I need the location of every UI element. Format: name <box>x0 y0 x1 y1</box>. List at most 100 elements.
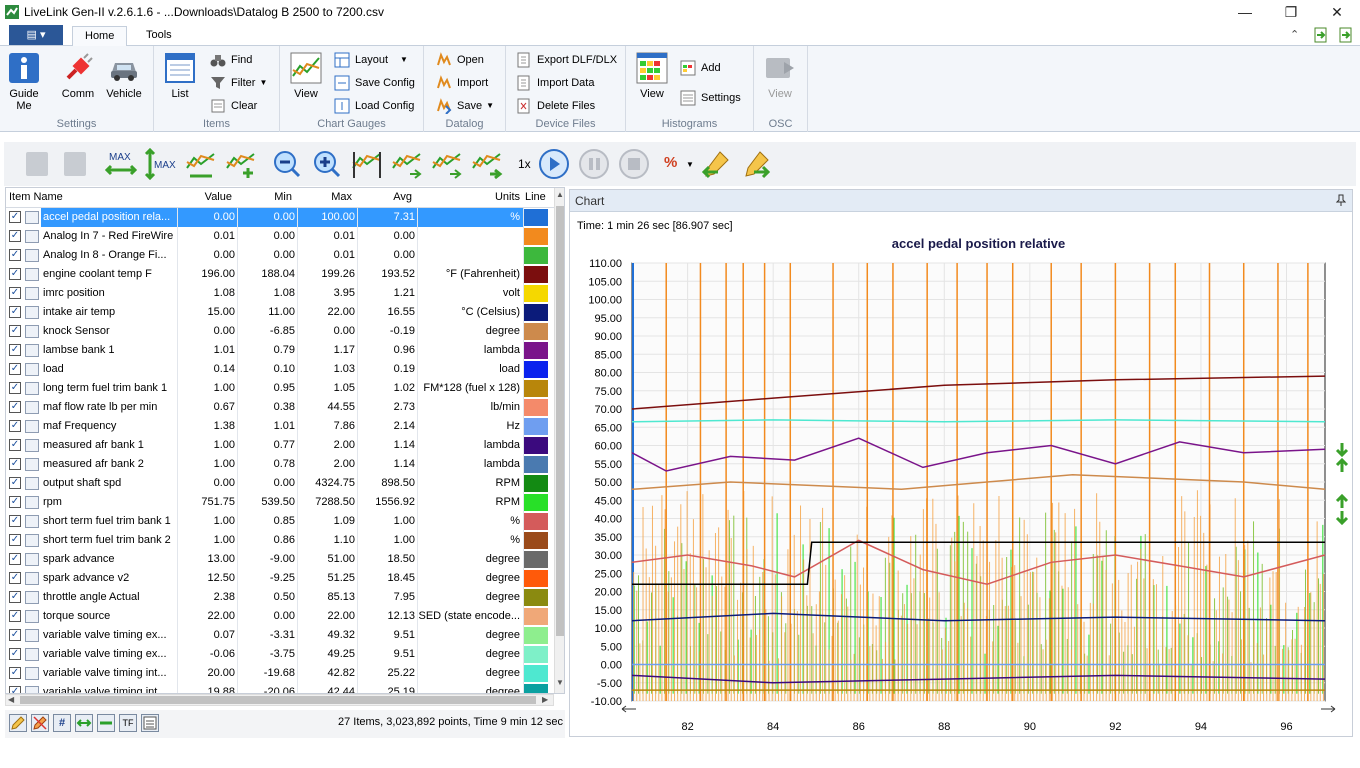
export-green-icon[interactable] <box>1338 27 1354 43</box>
row-checkbox[interactable]: ✓ <box>9 458 21 470</box>
stop-button[interactable] <box>617 148 651 180</box>
max-horizontal-button[interactable]: MAX <box>104 148 138 180</box>
import-data-button[interactable]: Import Data <box>516 73 594 93</box>
scroll-down-green-icon[interactable] <box>1335 442 1349 458</box>
header-max[interactable]: Max <box>294 188 352 207</box>
text-format-icon[interactable]: TF <box>119 714 137 732</box>
scroll-up-icon[interactable]: ▲ <box>556 190 564 199</box>
file-menu-button[interactable]: ▤ ▾ <box>9 25 63 45</box>
row-line-color[interactable] <box>524 551 548 568</box>
vehicle-button[interactable]: Vehicle <box>104 52 144 100</box>
row-line-color[interactable] <box>524 266 548 283</box>
comm-button[interactable]: Comm <box>58 52 98 100</box>
row-checkbox[interactable]: ✓ <box>9 211 21 223</box>
zoom-in-button[interactable] <box>310 148 344 180</box>
table-row[interactable]: ✓ long term fuel trim bank 1 1.00 0.95 1.05 1… <box>6 379 555 398</box>
row-line-color[interactable] <box>524 475 548 492</box>
edit-pen-red-icon[interactable] <box>31 714 49 732</box>
chevron-down-icon[interactable]: ▼ <box>686 160 694 169</box>
header-units[interactable]: Units <box>414 188 520 207</box>
table-row[interactable]: ✓ knock Sensor 0.00 -6.85 0.00 -0.19 degree <box>6 322 555 341</box>
table-row[interactable]: ✓ load 0.14 0.10 1.03 0.19 load <box>6 360 555 379</box>
header-value[interactable]: Value <box>174 188 232 207</box>
table-row[interactable]: ✓ spark advance v2 12.50 -9.25 51.25 18.45 deg… <box>6 569 555 588</box>
find-button[interactable]: Find <box>210 50 252 70</box>
table-row[interactable]: ✓ variable valve timing ex... 0.07 -3.31 49.… <box>6 626 555 645</box>
row-checkbox[interactable]: ✓ <box>9 306 21 318</box>
hscroll-thumb[interactable] <box>20 696 536 704</box>
playback-speed[interactable]: 1x <box>518 157 531 171</box>
row-line-color[interactable] <box>524 342 548 359</box>
marker-right-button[interactable] <box>740 148 774 180</box>
row-line-color[interactable] <box>524 608 548 625</box>
row-checkbox[interactable]: ✓ <box>9 515 21 527</box>
pan-left-button[interactable] <box>350 148 384 180</box>
step-forward-button[interactable] <box>430 148 464 180</box>
table-row[interactable]: ✓ variable valve timing int... 20.00 -19.68… <box>6 664 555 683</box>
collapse-vertical-green-icon[interactable] <box>1335 510 1349 526</box>
table-row[interactable]: ✓ short term fuel trim bank 2 1.00 0.86 1.10… <box>6 531 555 550</box>
table-row[interactable]: ✓ variable valve timing ex... -0.06 -3.75 49… <box>6 645 555 664</box>
row-checkbox[interactable]: ✓ <box>9 477 21 489</box>
row-line-color[interactable] <box>524 684 548 693</box>
table-row[interactable]: ✓ maf Frequency 1.38 1.01 7.86 2.14 Hz <box>6 417 555 436</box>
table-row[interactable]: ✓ short term fuel trim bank 1 1.00 0.85 1.09… <box>6 512 555 531</box>
step-fast-button[interactable] <box>470 148 504 180</box>
table-row[interactable]: ✓ imrc position 1.08 1.08 3.95 1.21 volt <box>6 284 555 303</box>
row-line-color[interactable] <box>524 665 548 682</box>
scroll-left-icon[interactable]: ◀ <box>8 695 14 704</box>
table-row[interactable]: ✓ intake air temp 15.00 11.00 22.00 16.55 °C (… <box>6 303 555 322</box>
expand-horizontal-icon[interactable] <box>75 714 93 732</box>
histogram-view-button[interactable]: View <box>632 52 672 100</box>
clear-button[interactable]: Clear <box>210 96 257 116</box>
percent-dropdown[interactable]: % <box>664 154 677 171</box>
row-checkbox[interactable]: ✓ <box>9 363 21 375</box>
header-avg[interactable]: Avg <box>354 188 412 207</box>
table-row[interactable]: ✓ engine coolant temp F 196.00 188.04 199.26… <box>6 265 555 284</box>
filter-button[interactable]: Filter ▼ <box>210 73 267 93</box>
row-checkbox[interactable]: ✓ <box>9 553 21 565</box>
row-checkbox[interactable]: ✓ <box>9 382 21 394</box>
row-line-color[interactable] <box>524 570 548 587</box>
row-line-color[interactable] <box>524 513 548 530</box>
row-checkbox[interactable]: ✓ <box>9 629 21 641</box>
chart-canvas[interactable]: accel pedal position relative 110.00 105.0… <box>570 212 1352 736</box>
row-line-color[interactable] <box>524 437 548 454</box>
pin-icon[interactable] <box>1335 194 1347 209</box>
export-dlf-button[interactable]: Export DLF/DLX <box>516 50 617 70</box>
save-button[interactable]: Save ▼ <box>436 96 494 116</box>
row-line-color[interactable] <box>524 247 548 264</box>
table-row[interactable]: ✓ rpm 751.75 539.50 7288.50 1556.92 RPM <box>6 493 555 512</box>
row-line-color[interactable] <box>524 646 548 663</box>
row-line-color[interactable] <box>524 380 548 397</box>
row-checkbox[interactable]: ✓ <box>9 686 21 693</box>
pause-button[interactable] <box>577 148 611 180</box>
edit-pen-icon[interactable] <box>9 714 27 732</box>
table-row[interactable]: ✓ measured afr bank 1 1.00 0.77 2.00 1.14 lamb… <box>6 436 555 455</box>
row-line-color[interactable] <box>524 532 548 549</box>
row-line-color[interactable] <box>524 589 548 606</box>
row-checkbox[interactable]: ✓ <box>9 249 21 261</box>
scroll-thumb[interactable] <box>556 206 564 636</box>
row-line-color[interactable] <box>524 304 548 321</box>
grid-vertical-scrollbar[interactable]: ▲ ▼ <box>554 188 564 693</box>
table-row[interactable]: ✓ maf flow rate lb per min 0.67 0.38 44.55 2.… <box>6 398 555 417</box>
add-histogram-button[interactable]: Add <box>680 58 721 78</box>
grid-settings-icon[interactable] <box>141 714 159 732</box>
row-line-color[interactable] <box>524 228 548 245</box>
row-line-color[interactable] <box>524 627 548 644</box>
row-line-color[interactable] <box>524 285 548 302</box>
table-row[interactable]: ✓ torque source 22.00 0.00 22.00 12.13 SED (st… <box>6 607 555 626</box>
grid-horizontal-scrollbar[interactable]: ◀ ▶ <box>5 694 554 706</box>
row-checkbox[interactable]: ✓ <box>9 648 21 660</box>
open-button[interactable]: Open <box>436 50 484 70</box>
play-button[interactable] <box>537 148 571 180</box>
delete-files-button[interactable]: Delete Files <box>516 96 595 116</box>
list-button[interactable]: List <box>160 52 200 100</box>
row-checkbox[interactable]: ✓ <box>9 591 21 603</box>
row-checkbox[interactable]: ✓ <box>9 667 21 679</box>
line-icon[interactable] <box>97 714 115 732</box>
zoom-out-button[interactable] <box>270 148 304 180</box>
row-checkbox[interactable]: ✓ <box>9 344 21 356</box>
tab-tools[interactable]: Tools <box>134 26 184 46</box>
